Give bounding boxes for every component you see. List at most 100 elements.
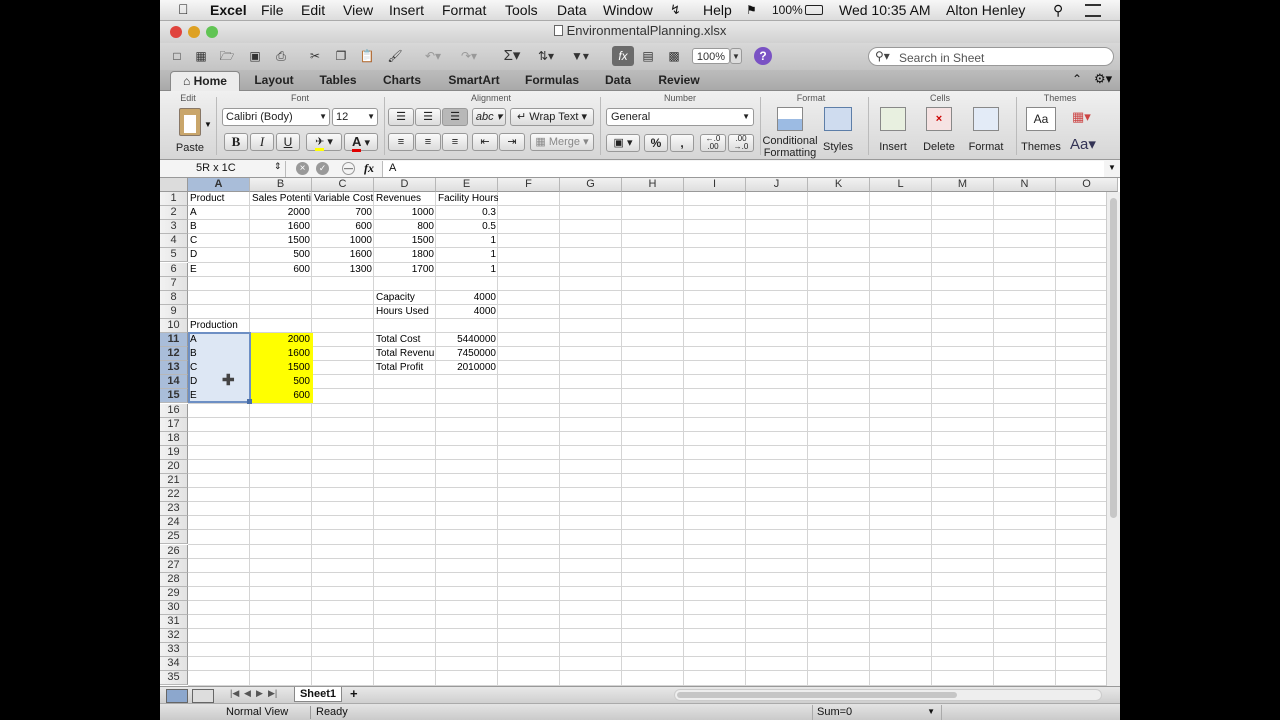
prev-sheet-icon[interactable]: ◀ (244, 688, 251, 699)
cell-a1[interactable]: Product (188, 192, 250, 206)
templates-icon[interactable]: ▦ (192, 46, 210, 66)
cell-b5[interactable]: 500 (250, 248, 312, 262)
cell-b1[interactable]: Sales Potenti (250, 192, 312, 206)
row-header-13[interactable]: 13 (160, 361, 188, 376)
column-header-e[interactable]: E (436, 178, 498, 192)
tab-layout[interactable]: Layout (244, 71, 304, 91)
row-header-11[interactable]: 11 (160, 333, 188, 347)
row-header-35[interactable]: 35 (160, 671, 188, 686)
paste-dropdown-icon[interactable]: ▼ (204, 120, 212, 129)
row-header-16[interactable]: 16 (160, 403, 188, 418)
delete-cells-button[interactable]: × Delete (916, 107, 962, 153)
format-cells-button[interactable]: Format (962, 107, 1010, 153)
open-icon[interactable]: 🗁 (218, 46, 236, 66)
cell-d1[interactable]: Revenues (374, 192, 436, 206)
row-header-14[interactable]: 14 (160, 375, 188, 390)
menu-insert[interactable]: Insert (389, 2, 424, 18)
font-name-select[interactable]: Calibri (Body) ▼ (222, 108, 330, 126)
column-header-h[interactable]: H (622, 178, 684, 192)
tab-review[interactable]: Review (648, 71, 710, 91)
battery-icon[interactable] (805, 5, 823, 15)
row-header-12[interactable]: 12 (160, 347, 188, 362)
column-header-b[interactable]: B (250, 178, 312, 192)
vertical-scrollbar[interactable] (1106, 192, 1120, 686)
row-header-34[interactable]: 34 (160, 657, 188, 672)
column-header-k[interactable]: K (808, 178, 870, 192)
zoom-window-button[interactable] (206, 26, 218, 38)
horizontal-scrollbar[interactable] (674, 689, 1102, 701)
column-header-f[interactable]: F (498, 178, 560, 192)
row-header-25[interactable]: 25 (160, 530, 188, 545)
cell-d6[interactable]: 1700 (374, 263, 436, 277)
horizontal-scroll-thumb[interactable] (677, 692, 957, 698)
row-header-31[interactable]: 31 (160, 615, 188, 629)
cell-a14[interactable]: D (188, 375, 250, 389)
cell-d3[interactable]: 800 (374, 220, 436, 234)
align-left-button[interactable]: ≡ (388, 133, 414, 151)
menu-edit[interactable]: Edit (301, 2, 325, 18)
undo-icon[interactable]: ↶▾ (420, 46, 446, 66)
cell-b6[interactable]: 600 (250, 263, 312, 277)
cell-d9[interactable]: Hours Used (374, 305, 436, 319)
cell-a12[interactable]: B (188, 347, 250, 361)
cell-e12[interactable]: 7450000 (436, 347, 498, 361)
row-header-21[interactable]: 21 (160, 474, 188, 488)
cell-c5[interactable]: 1600 (312, 248, 374, 262)
row-header-27[interactable]: 27 (160, 558, 188, 573)
row-header-8[interactable]: 8 (160, 290, 188, 305)
new-workbook-icon[interactable]: □ (168, 46, 186, 66)
menu-view[interactable]: View (343, 2, 373, 18)
copy-icon[interactable]: ❐ (332, 46, 350, 66)
tab-home[interactable]: ⌂ Home (170, 71, 240, 91)
row-header-33[interactable]: 33 (160, 643, 188, 658)
vertical-scroll-thumb[interactable] (1110, 198, 1117, 518)
decrease-decimal-button[interactable]: .00 →.0 (728, 134, 754, 152)
column-header-m[interactable]: M (932, 178, 994, 192)
row-header-7[interactable]: 7 (160, 276, 188, 291)
fill-color-button[interactable]: ✈ ▾ (306, 133, 342, 151)
row-header-4[interactable]: 4 (160, 234, 188, 249)
row-header-28[interactable]: 28 (160, 572, 188, 587)
gallery-icon[interactable]: ▩ (664, 46, 684, 66)
format-painter-icon[interactable]: 🖌 (386, 46, 404, 66)
cell-d11[interactable]: Total Cost (374, 333, 436, 347)
sheet-tab-sheet1[interactable]: Sheet1 (294, 687, 342, 702)
zoom-dropdown-icon[interactable]: ▼ (730, 48, 742, 64)
cell-b13[interactable]: 1500 (250, 361, 312, 375)
show-hide-sidebar-icon[interactable]: ▤ (638, 46, 658, 66)
tab-charts[interactable]: Charts (372, 71, 432, 91)
percent-button[interactable]: % (644, 134, 668, 152)
sort-icon[interactable]: ⇅▾ (532, 46, 560, 66)
row-header-3[interactable]: 3 (160, 220, 188, 235)
formula-builder-icon[interactable]: fx (612, 46, 634, 66)
row-header-26[interactable]: 26 (160, 544, 188, 559)
cell-a15[interactable]: E (188, 389, 250, 403)
cell-e11[interactable]: 5440000 (436, 333, 498, 347)
cell-c1[interactable]: Variable Cost (312, 192, 374, 206)
row-header-22[interactable]: 22 (160, 488, 188, 503)
row-header-9[interactable]: 9 (160, 304, 188, 319)
column-header-g[interactable]: G (560, 178, 622, 192)
cell-b3[interactable]: 1600 (250, 220, 312, 234)
add-sheet-button[interactable]: + (350, 686, 358, 701)
tab-formulas[interactable]: Formulas (516, 71, 588, 91)
print-icon[interactable]: ⎙ (272, 46, 290, 66)
collapse-ribbon-icon[interactable]: ⌃ (1072, 72, 1082, 86)
ribbon-settings-icon[interactable]: ⚙▾ (1094, 71, 1112, 87)
row-header-10[interactable]: 10 (160, 318, 188, 333)
user-name[interactable]: Alton Henley (946, 2, 1025, 18)
column-header-a[interactable]: A (188, 178, 250, 192)
flag-icon[interactable]: ⚑ (746, 3, 757, 17)
align-right-button[interactable]: ≡ (442, 133, 468, 151)
normal-view-toggle[interactable] (166, 689, 188, 703)
number-format-select[interactable]: General ▼ (606, 108, 754, 126)
spotlight-icon[interactable]: ⚲ (1053, 2, 1063, 19)
last-sheet-icon[interactable]: ▶| (268, 688, 277, 699)
cell-a2[interactable]: A (188, 206, 250, 220)
insert-cells-button[interactable]: Insert (870, 107, 916, 153)
cut-icon[interactable]: ✂ (306, 46, 324, 66)
align-bottom-button[interactable]: ☰ (442, 108, 468, 126)
decrease-indent-button[interactable]: ⇤ (472, 133, 498, 151)
theme-colors-icon[interactable]: ▦▾ (1072, 109, 1091, 125)
cell-a6[interactable]: E (188, 263, 250, 277)
